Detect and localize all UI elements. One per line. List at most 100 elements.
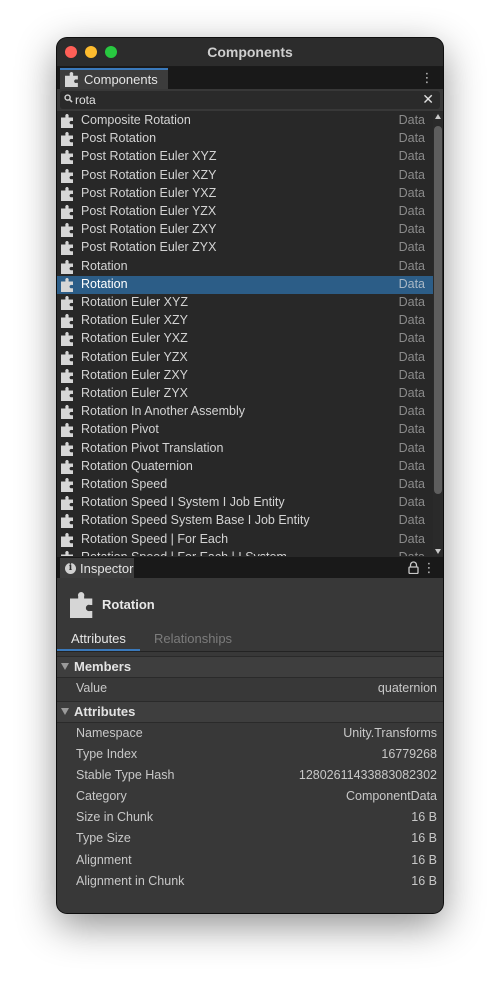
- component-list[interactable]: Composite Rotation Data Post Rotation Data P…: [57, 112, 433, 556]
- tab-inspector-label: Inspector: [80, 560, 134, 576]
- components-more-menu-button[interactable]: ⋮: [420, 71, 434, 84]
- puzzle-icon: [61, 423, 73, 438]
- components-window: Components Components ⋮ ✕ Composite Rota…: [57, 38, 443, 913]
- attribute-key: Size in Chunk: [76, 810, 154, 824]
- component-name: Rotation Pivot Translation: [81, 440, 224, 455]
- puzzle-icon: [61, 132, 73, 147]
- foldout-arrow-icon[interactable]: [61, 663, 69, 670]
- clear-search-icon[interactable]: ✕: [422, 91, 434, 108]
- component-list-item[interactable]: Rotation Euler XZY Data: [57, 312, 433, 330]
- component-kind: Data: [398, 440, 425, 455]
- component-kind: Data: [398, 422, 425, 437]
- component-kind: Data: [398, 222, 425, 237]
- component-list-item[interactable]: Rotation Pivot Data: [57, 421, 433, 439]
- puzzle-icon: [61, 350, 73, 365]
- search-icon: [64, 94, 73, 103]
- tab-components-label: Components: [84, 72, 158, 87]
- component-list-item[interactable]: Rotation Euler ZXY Data: [57, 367, 433, 385]
- component-name: Rotation Euler XYZ: [81, 295, 188, 309]
- component-name: Post Rotation Euler ZYX: [81, 240, 217, 255]
- component-list-item[interactable]: Rotation Euler XYZ Data: [57, 294, 433, 312]
- component-name: Rotation Speed I System I Job Entity: [81, 495, 285, 510]
- attribute-key: Category: [76, 789, 127, 803]
- component-name: Rotation In Another Assembly: [81, 404, 245, 419]
- component-kind: Data: [398, 240, 425, 255]
- component-name: Rotation Euler YZX: [81, 349, 188, 364]
- component-list-item[interactable]: Post Rotation Euler ZYX Data: [57, 239, 433, 257]
- component-list-item[interactable]: Post Rotation Euler YXZ Data: [57, 185, 433, 203]
- component-name: Rotation Speed | For Each: [81, 531, 229, 546]
- component-list-item[interactable]: Rotation Speed | For Each Data: [57, 531, 433, 549]
- components-tab-strip: Components ⋮: [57, 67, 443, 89]
- attributes-section-header[interactable]: Attributes: [57, 701, 443, 723]
- attribute-row-type-index: Type Index 16779268: [57, 744, 443, 765]
- component-name: Rotation Euler XZY: [81, 313, 188, 328]
- tab-divider: [57, 651, 443, 652]
- component-kind: Data: [398, 349, 425, 364]
- component-name: Rotation Quaternion: [81, 458, 193, 473]
- search-field: ✕: [60, 91, 440, 109]
- component-list-item[interactable]: Post Rotation Euler YZX Data: [57, 203, 433, 221]
- attribute-key: Type Index: [76, 747, 138, 761]
- component-kind: Data: [398, 386, 425, 400]
- component-list-item[interactable]: Post Rotation Data: [57, 130, 433, 148]
- component-list-item[interactable]: Post Rotation Euler XZY Data: [57, 167, 433, 185]
- puzzle-icon: [61, 332, 73, 347]
- search-input[interactable]: [75, 91, 415, 109]
- attribute-key: Alignment in Chunk: [76, 874, 185, 888]
- component-list-item[interactable]: Rotation Data: [57, 258, 433, 276]
- tab-relationships[interactable]: Relationships: [154, 631, 232, 646]
- attribute-row-category: Category ComponentData: [57, 786, 443, 807]
- component-list-item[interactable]: Rotation Speed I System I Job Entity Data: [57, 494, 433, 512]
- component-puzzle-icon: [70, 592, 93, 618]
- tab-inspector[interactable]: i Inspector: [60, 558, 134, 578]
- component-name: Post Rotation: [81, 131, 157, 146]
- puzzle-icon: [61, 150, 73, 165]
- component-list-item[interactable]: Rotation Euler YXZ Data: [57, 330, 433, 348]
- component-list-item[interactable]: Rotation Euler ZYX Data: [57, 385, 433, 403]
- component-list-item[interactable]: Rotation Speed Data: [57, 476, 433, 494]
- component-name: Composite Rotation: [81, 113, 191, 127]
- list-scrollbar[interactable]: [433, 112, 443, 556]
- component-list-item[interactable]: Rotation Quaternion Data: [57, 458, 433, 476]
- component-list-item[interactable]: Rotation Euler YZX Data: [57, 349, 433, 367]
- members-section-header[interactable]: Members: [57, 656, 443, 678]
- scrollbar-thumb[interactable]: [434, 126, 442, 494]
- search-bar: ✕: [57, 89, 443, 111]
- component-kind: Data: [398, 204, 425, 218]
- scroll-up-arrow-icon[interactable]: [435, 114, 441, 119]
- component-kind: Data: [398, 458, 425, 473]
- puzzle-icon: [61, 241, 73, 256]
- component-list-item[interactable]: Composite Rotation Data: [57, 112, 433, 130]
- foldout-arrow-icon[interactable]: [61, 708, 69, 715]
- component-list-item[interactable]: Rotation Speed | For Each | I System Data: [57, 549, 433, 556]
- component-name: Rotation: [81, 258, 128, 273]
- component-name: Rotation: [81, 276, 128, 291]
- member-row: Value quaternion: [57, 678, 443, 699]
- attribute-value: ComponentData: [345, 789, 437, 803]
- puzzle-icon: [61, 478, 73, 492]
- member-value: quaternion: [377, 681, 437, 695]
- component-kind: Data: [398, 331, 425, 346]
- tab-attributes[interactable]: Attributes: [71, 631, 126, 646]
- component-list-item[interactable]: Post Rotation Euler XYZ Data: [57, 148, 433, 166]
- title-bar[interactable]: Components: [57, 38, 443, 67]
- attribute-row-alignment-in-chunk: Alignment in Chunk 16 B: [57, 871, 443, 892]
- lock-icon[interactable]: [408, 561, 419, 574]
- component-kind: Data: [398, 167, 425, 182]
- component-list-item[interactable]: Rotation Data: [57, 275, 433, 294]
- scroll-down-arrow-icon[interactable]: [435, 549, 441, 554]
- component-kind: Data: [398, 131, 425, 146]
- attribute-value: 16 B: [411, 853, 437, 867]
- tab-components[interactable]: Components: [60, 68, 168, 89]
- component-list-item[interactable]: Rotation In Another Assembly Data: [57, 403, 433, 421]
- component-name: Rotation Speed | For Each | I System: [81, 550, 287, 556]
- component-list-item[interactable]: Post Rotation Euler ZXY Data: [57, 221, 433, 239]
- component-list-item[interactable]: Rotation Speed System Base I Job Entity D…: [57, 512, 433, 530]
- component-name: Rotation Euler YXZ: [81, 331, 188, 346]
- attribute-value: Unity.Transforms: [343, 726, 437, 740]
- attribute-row-stable-type-hash: Stable Type Hash 12802611433883082302: [57, 765, 443, 786]
- puzzle-icon: [61, 459, 73, 474]
- inspector-more-menu-button[interactable]: ⋮: [422, 561, 436, 574]
- component-list-item[interactable]: Rotation Pivot Translation Data: [57, 440, 433, 458]
